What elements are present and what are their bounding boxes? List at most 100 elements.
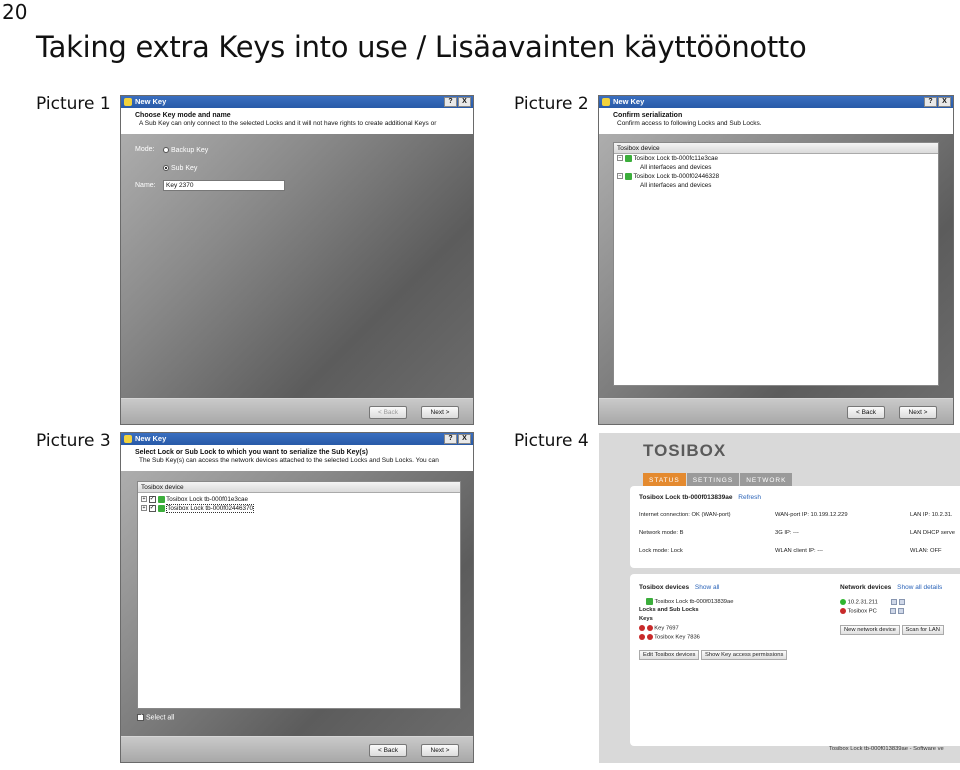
checkbox[interactable]: ✓	[148, 504, 156, 512]
delete-icon[interactable]	[639, 634, 645, 640]
key-icon	[124, 98, 132, 106]
dialog-heading: Choose Key mode and name	[135, 112, 231, 119]
locks-sub-heading: Locks and Sub Locks	[639, 607, 699, 613]
keys-heading: Keys	[639, 616, 653, 622]
close-button[interactable]: X	[458, 434, 471, 444]
dialog-titlebar: New Key ? X	[121, 433, 473, 445]
lock-title-row: Tosibox Lock tb-000f013839ae Refresh	[639, 494, 761, 501]
key-row[interactable]: Key 7697	[639, 625, 679, 632]
internet-status: Internet connection: OK (WAN-port)	[639, 512, 731, 518]
back-button[interactable]: < Back	[847, 406, 885, 419]
network-device-name: Tosibox PC	[847, 608, 877, 615]
tree-row[interactable]: All interfaces and devices	[614, 163, 938, 172]
expand-icon[interactable]: +	[141, 505, 147, 512]
key-icon	[124, 435, 132, 443]
dialog-footer: < Back Next >	[121, 398, 473, 424]
delete-icon[interactable]	[639, 625, 645, 631]
device-tree: Tosibox device − Tosibox Lock tb-000fc11…	[613, 142, 939, 386]
next-button[interactable]: Next >	[421, 406, 459, 419]
lock-icon	[157, 495, 165, 503]
devices-title: Tosibox devices	[639, 584, 690, 591]
tree-row-label: Tosibox Lock tb-000f02446370	[166, 504, 255, 513]
close-button[interactable]: X	[938, 97, 951, 107]
select-all-option[interactable]: ✓ Select all	[137, 714, 174, 721]
radio-icon[interactable]	[163, 147, 169, 154]
show-key-permissions-button[interactable]: Show Key access permissions	[701, 650, 788, 660]
device-lock-row[interactable]: Tosibox Lock tb-000f013839ae	[646, 598, 733, 605]
lan-dhcp: LAN DHCP serve	[910, 530, 955, 536]
picture-3-dialog: New Key ? X Select Lock or Sub Lock to w…	[120, 432, 474, 763]
name-input[interactable]: Key 2370	[163, 180, 285, 191]
ip-3g: 3G IP: ---	[775, 530, 799, 536]
show-all-link[interactable]: Show all	[695, 584, 720, 591]
key-icon	[602, 98, 610, 106]
key-name: Tosibox Key 7836	[654, 634, 700, 641]
tree-row[interactable]: + ✓ Tosibox Lock tb-000f01e3cae	[138, 495, 460, 504]
dialog-title: New Key	[135, 434, 167, 443]
next-button[interactable]: Next >	[899, 406, 937, 419]
tree-row-label: All interfaces and devices	[640, 182, 712, 189]
picture-1-label: Picture 1	[36, 94, 111, 114]
dialog-title: New Key	[613, 97, 645, 106]
select-all-label: Select all	[145, 714, 175, 722]
refresh-link[interactable]: Refresh	[738, 494, 761, 501]
online-icon	[840, 599, 846, 605]
settings-icon[interactable]	[899, 599, 906, 605]
key-name: Key 7697	[654, 625, 679, 632]
dialog-footer: < Back Next >	[121, 736, 473, 762]
backup-key-option[interactable]: Backup Key	[163, 147, 208, 154]
edit-icon[interactable]	[891, 599, 898, 605]
page-number: 20	[2, 0, 28, 24]
radio-selected-icon[interactable]	[163, 165, 169, 172]
dialog-header: Choose Key mode and name A Sub Key can o…	[121, 108, 473, 134]
settings-icon[interactable]	[898, 608, 905, 614]
dialog-heading: Confirm serialization	[613, 112, 683, 119]
help-button[interactable]: ?	[924, 97, 937, 107]
next-button[interactable]: Next >	[421, 744, 459, 757]
delete-icon[interactable]	[840, 608, 846, 614]
sub-key-option[interactable]: Sub Key	[163, 165, 197, 172]
edit-icon[interactable]	[890, 608, 897, 614]
sub-key-label: Sub Key	[170, 165, 198, 172]
lock-title: Tosibox Lock tb-000f013839ae	[639, 494, 733, 501]
dialog-subheading: A Sub Key can only connect to the select…	[139, 120, 437, 127]
help-button[interactable]: ?	[444, 97, 457, 107]
checkbox[interactable]: ✓	[148, 495, 156, 503]
tree-row[interactable]: − Tosibox Lock tb-000fc11e3cae	[614, 154, 938, 163]
back-button[interactable]: < Back	[369, 406, 407, 419]
brand-logo: TOSIBOX	[643, 441, 727, 460]
network-device-name: 10.2.31.211	[847, 599, 878, 606]
mode-label: Mode:	[135, 146, 155, 153]
edit-devices-button[interactable]: Edit Tosibox devices	[639, 650, 700, 660]
collapse-icon[interactable]: −	[617, 173, 623, 180]
device-lock: Tosibox Lock tb-000f013839ae	[654, 599, 734, 606]
dialog-title: New Key	[135, 97, 167, 106]
network-title-row: Network devices Show all details	[840, 584, 942, 591]
collapse-icon[interactable]: −	[617, 155, 623, 162]
network-device-row[interactable]: 10.2.31.211	[840, 599, 906, 606]
key-icon	[646, 625, 653, 631]
key-icon	[646, 634, 653, 640]
key-row[interactable]: Tosibox Key 7836	[639, 634, 700, 641]
scan-lan-button[interactable]: Scan for LAN	[901, 625, 944, 635]
dialog-titlebar: New Key ? X	[121, 96, 473, 108]
tree-row[interactable]: − Tosibox Lock tb-000f02446328	[614, 172, 938, 181]
wlan-status: WLAN: OFF	[910, 548, 942, 554]
help-button[interactable]: ?	[444, 434, 457, 444]
name-label: Name:	[135, 182, 156, 189]
tree-row[interactable]: + ✓ Tosibox Lock tb-000f02446370	[138, 504, 460, 513]
expand-icon[interactable]: +	[141, 496, 147, 503]
show-all-details-link[interactable]: Show all details	[897, 584, 942, 591]
network-device-row[interactable]: Tosibox PC	[840, 608, 905, 615]
back-button[interactable]: < Back	[369, 744, 407, 757]
lan-ip: LAN IP: 10.2.31.	[910, 512, 953, 518]
tree-row[interactable]: All interfaces and devices	[614, 181, 938, 190]
network-mode: Network mode: B	[639, 530, 684, 536]
dialog-subheading: Confirm access to following Locks and Su…	[617, 120, 762, 127]
tree-header: Tosibox device	[138, 482, 460, 493]
select-all-checkbox[interactable]: ✓	[137, 714, 144, 721]
lock-mode: Lock mode: Lock	[639, 548, 683, 554]
close-button[interactable]: X	[458, 97, 471, 107]
new-network-device-button[interactable]: New network device	[840, 625, 900, 635]
wan-ip: WAN-port IP: 10.199.12.229	[775, 512, 848, 518]
